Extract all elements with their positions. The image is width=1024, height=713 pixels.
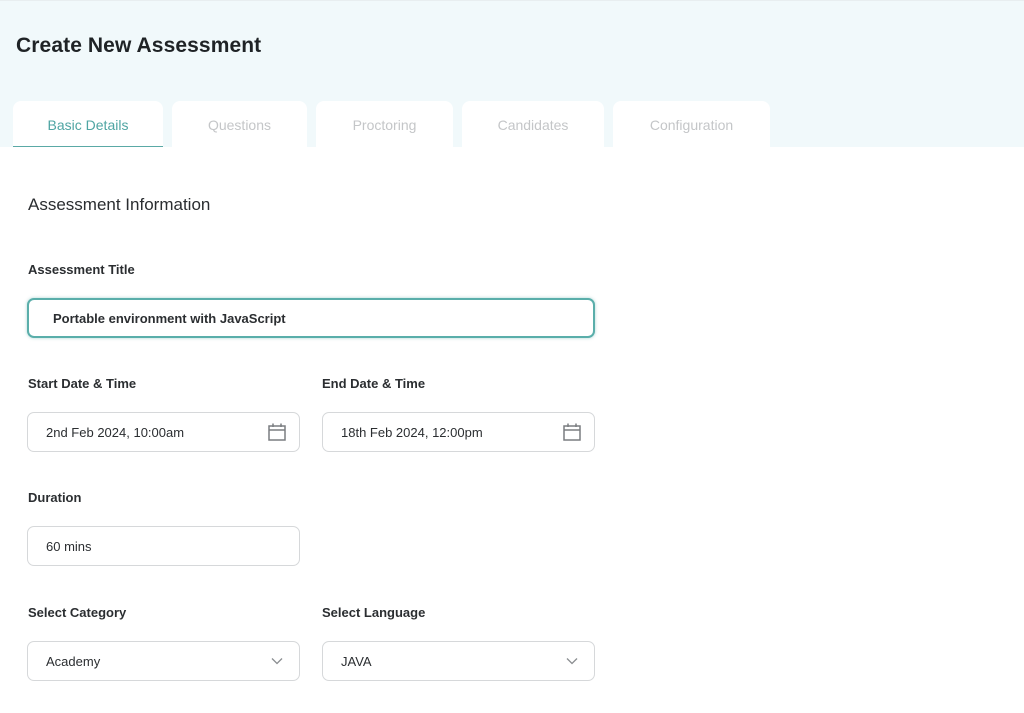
end-date-input[interactable]: 18th Feb 2024, 12:00pm — [322, 412, 595, 452]
calendar-icon[interactable] — [562, 422, 582, 442]
form-content: Assessment Information Assessment Title … — [0, 147, 1024, 713]
duration-value: 60 mins — [46, 538, 92, 554]
duration-input[interactable]: 60 mins — [27, 526, 300, 566]
assessment-title-input[interactable] — [27, 298, 595, 338]
language-select[interactable]: JAVA — [322, 641, 595, 681]
section-title: Assessment Information — [28, 195, 211, 214]
tab-configuration[interactable]: Configuration — [613, 101, 770, 148]
page-header: Create New Assessment Basic Details Ques… — [0, 0, 1024, 148]
end-date-value: 18th Feb 2024, 12:00pm — [341, 424, 483, 440]
tab-proctoring[interactable]: Proctoring — [316, 101, 453, 148]
start-date-input[interactable]: 2nd Feb 2024, 10:00am — [27, 412, 300, 452]
tab-basic-details[interactable]: Basic Details — [13, 101, 163, 148]
category-select[interactable]: Academy — [27, 641, 300, 681]
tab-bar: Basic Details Questions Proctoring Candi… — [13, 101, 779, 148]
assessment-title-label: Assessment Title — [28, 262, 135, 277]
duration-label: Duration — [28, 490, 82, 505]
start-date-label: Start Date & Time — [28, 376, 137, 391]
category-value: Academy — [46, 653, 101, 669]
calendar-icon[interactable] — [267, 422, 287, 442]
language-label: Select Language — [322, 605, 426, 620]
assessment-title-text[interactable] — [53, 310, 593, 326]
language-value: JAVA — [341, 653, 372, 669]
start-date-value: 2nd Feb 2024, 10:00am — [46, 424, 185, 440]
category-label: Select Category — [28, 605, 127, 620]
chevron-down-icon[interactable] — [271, 657, 283, 665]
chevron-down-icon[interactable] — [566, 657, 578, 665]
tab-candidates[interactable]: Candidates — [462, 101, 604, 148]
page-title: Create New Assessment — [16, 34, 262, 57]
end-date-label: End Date & Time — [322, 376, 426, 391]
tab-questions[interactable]: Questions — [172, 101, 307, 148]
